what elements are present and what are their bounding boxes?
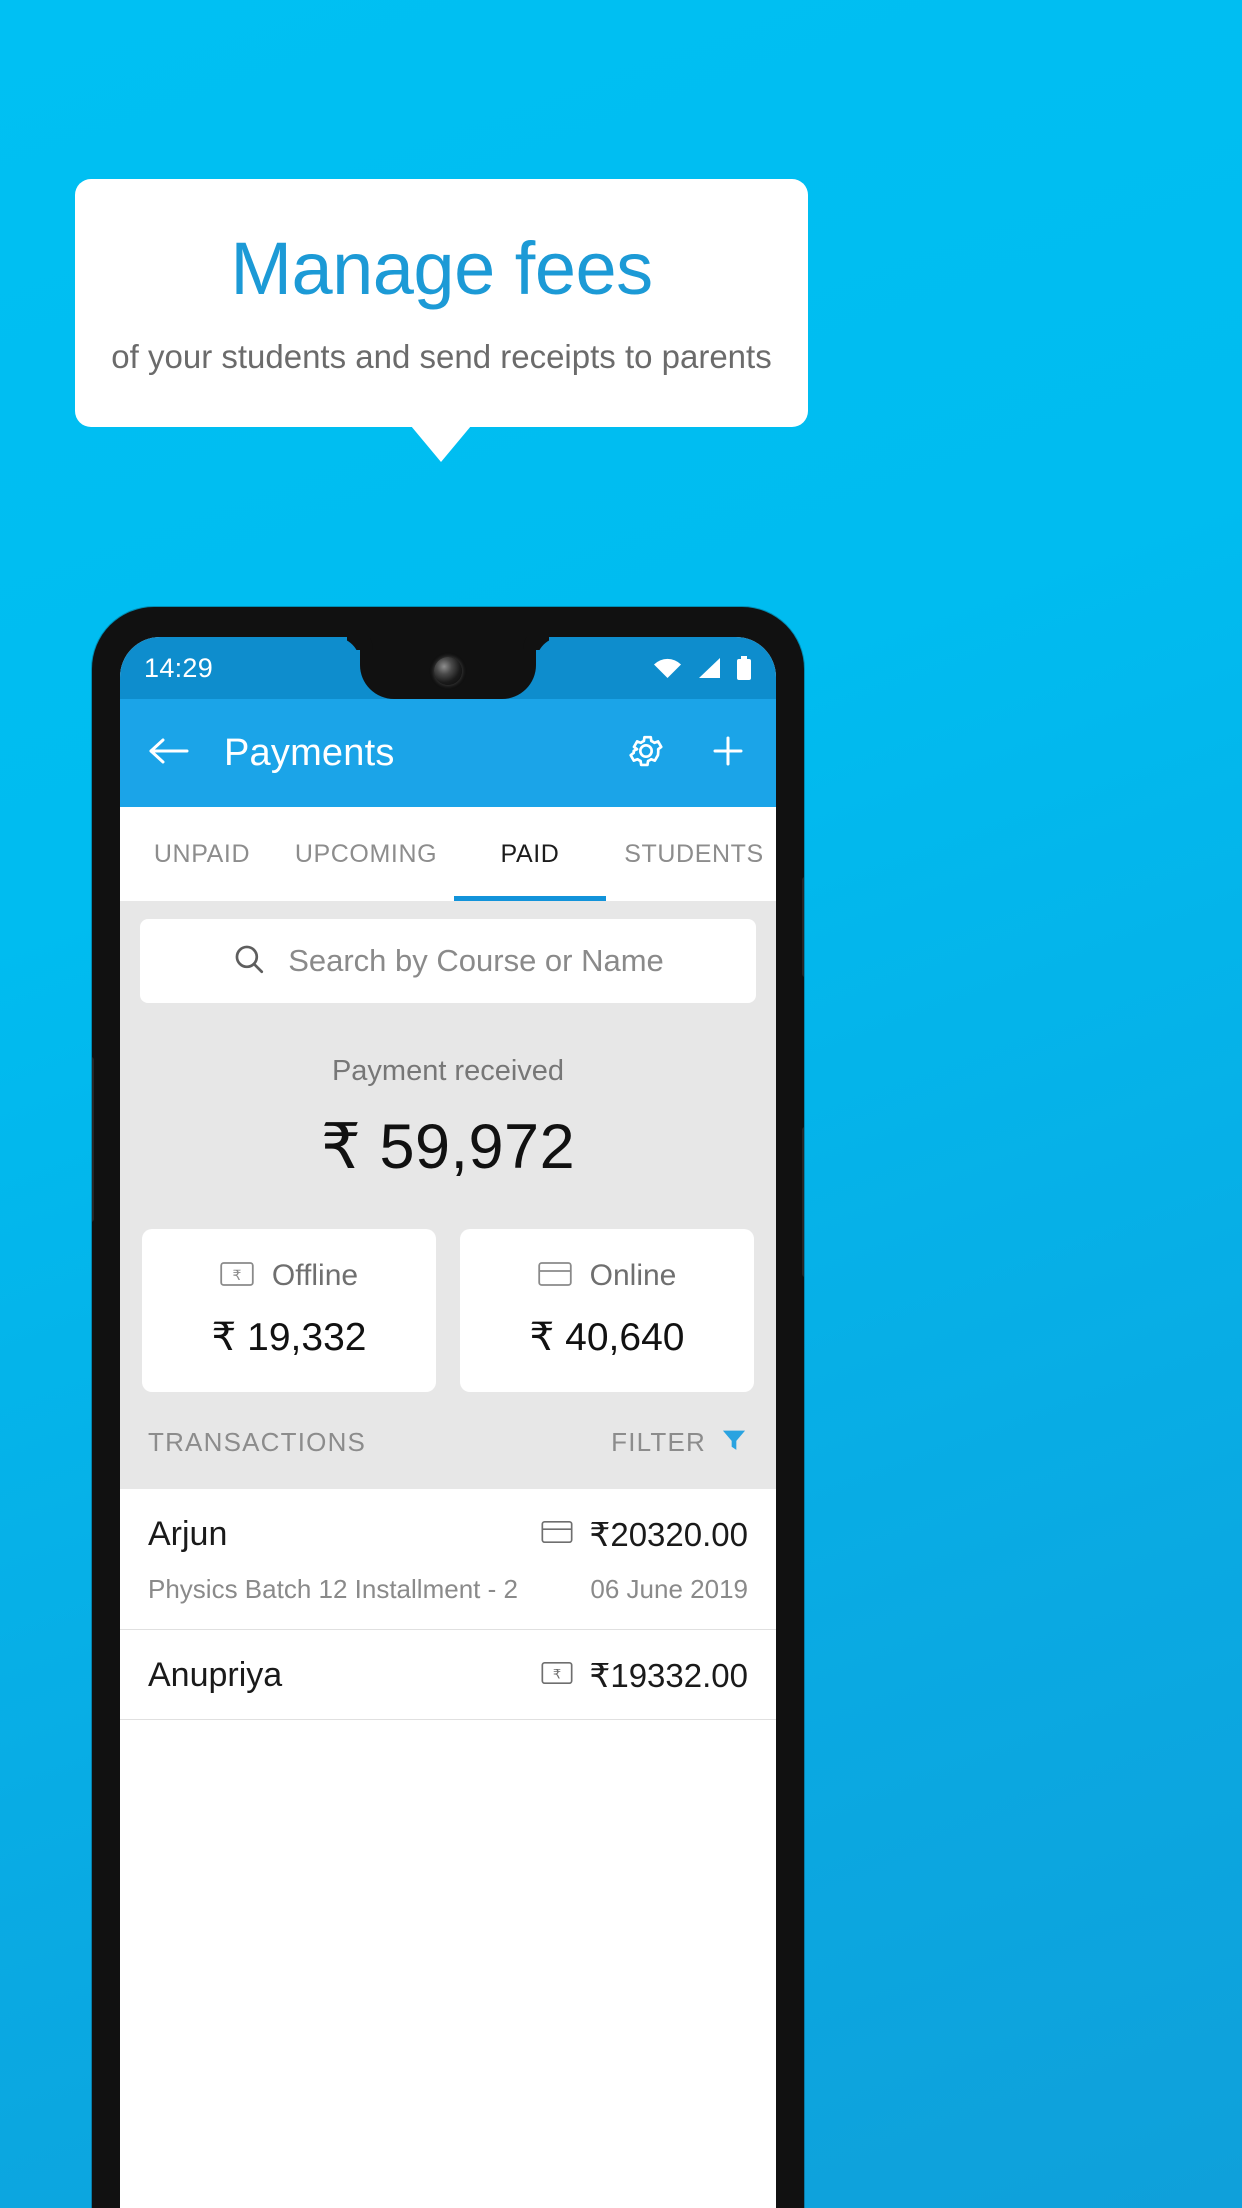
offline-card-label: Offline <box>271 1259 359 1292</box>
online-card-amount: ₹ 40,640 <box>529 1316 685 1359</box>
gear-icon[interactable] <box>626 731 666 776</box>
transaction-date: 06 June 2019 <box>590 1574 748 1604</box>
transaction-name: Anupriya <box>148 1656 283 1694</box>
transaction-amount: ₹19332.00 <box>589 1657 748 1694</box>
online-card-label: Online <box>589 1259 677 1292</box>
online-card-head: Online <box>460 1259 754 1293</box>
tab-content-paid: Search by Course or Name Payment receive… <box>120 901 776 1720</box>
transaction-amount: ₹20320.00 <box>589 1516 748 1553</box>
battery-icon <box>736 656 752 680</box>
transactions-list: Arjun ₹20320.00 Physics Batch 12 Install… <box>120 1489 776 1720</box>
banknote-rupee-icon: ₹ <box>541 1660 573 1691</box>
tab-unpaid[interactable]: UNPAID <box>120 807 284 901</box>
summary-label: Payment received <box>331 1055 565 1087</box>
phone-mockup: 14:29 Payments UNPAID UPCOMING PAID STUD… <box>92 607 804 2208</box>
transaction-row-top: Arjun ₹20320.00 <box>148 1515 748 1554</box>
status-icons <box>653 656 752 680</box>
table-row[interactable]: Anupriya ₹ ₹19332.00 <box>120 1630 776 1720</box>
tab-paid[interactable]: PAID <box>448 807 612 901</box>
tab-upcoming-label: UPCOMING <box>294 839 438 868</box>
summary-amount: ₹ 59,972 <box>320 1112 576 1182</box>
promo-bubble-tail <box>411 426 471 462</box>
phone-notch <box>360 637 536 699</box>
offline-card-amount: ₹ 19,332 <box>211 1316 367 1359</box>
transaction-row-bottom: Physics Batch 12 Installment - 2 06 June… <box>148 1574 748 1605</box>
transactions-header: TRANSACTIONS FILTER <box>120 1392 776 1489</box>
svg-text:₹: ₹ <box>553 1668 561 1683</box>
back-button[interactable] <box>148 735 190 772</box>
transaction-amount-wrap: ₹20320.00 <box>541 1515 748 1554</box>
page-title: Payments <box>224 731 395 774</box>
table-row[interactable]: Arjun ₹20320.00 Physics Batch 12 Install… <box>120 1489 776 1630</box>
svg-text:₹: ₹ <box>232 1268 241 1284</box>
online-card[interactable]: Online ₹ 40,640 <box>460 1229 754 1392</box>
app-bar: Payments <box>120 699 776 807</box>
transaction-row-top: Anupriya ₹ ₹19332.00 <box>148 1656 748 1695</box>
transaction-amount-wrap: ₹ ₹19332.00 <box>541 1656 748 1695</box>
transaction-name: Arjun <box>148 1515 228 1553</box>
search-placeholder: Search by Course or Name <box>288 943 664 978</box>
signal-icon <box>696 657 722 679</box>
search-icon <box>232 942 266 981</box>
tab-unpaid-label: UNPAID <box>153 839 251 868</box>
method-cards: ₹ Offline ₹ 19,332 Online ₹ 40,640 <box>120 1183 776 1392</box>
credit-card-icon <box>541 1519 573 1550</box>
promo-subtitle: of your students and send receipts to pa… <box>111 337 772 375</box>
app-bar-actions <box>626 731 748 776</box>
credit-card-icon <box>537 1260 572 1293</box>
tab-paid-label: PAID <box>500 839 560 868</box>
transaction-description: Physics Batch 12 Installment - 2 <box>148 1574 518 1604</box>
filter-label: FILTER <box>611 1427 706 1457</box>
funnel-icon <box>720 1426 748 1459</box>
wifi-icon <box>653 657 682 679</box>
front-camera-icon <box>434 657 462 685</box>
phone-screen: 14:29 Payments UNPAID UPCOMING PAID STUD… <box>120 637 776 2208</box>
banknote-rupee-icon: ₹ <box>220 1260 254 1293</box>
phone-power-button <box>802 877 804 977</box>
phone-volume-button <box>802 1127 804 1277</box>
phone-side-button <box>92 1057 94 1222</box>
search-input[interactable]: Search by Course or Name <box>140 919 756 1003</box>
payment-summary: Payment received ₹ 59,972 <box>120 1003 776 1183</box>
transactions-title: TRANSACTIONS <box>148 1427 367 1457</box>
promo-title: Manage fees <box>230 227 653 311</box>
tab-students[interactable]: STUDENTS <box>612 807 776 901</box>
tab-bar: UNPAID UPCOMING PAID STUDENTS <box>120 807 776 901</box>
search-container: Search by Course or Name <box>120 901 776 1003</box>
filter-button[interactable]: FILTER <box>611 1426 748 1459</box>
offline-card[interactable]: ₹ Offline ₹ 19,332 <box>142 1229 436 1392</box>
status-time: 14:29 <box>144 652 214 683</box>
plus-icon[interactable] <box>708 731 748 776</box>
offline-card-head: ₹ Offline <box>142 1259 436 1293</box>
tab-students-label: STUDENTS <box>624 839 764 868</box>
promo-bubble: Manage fees of your students and send re… <box>75 179 808 427</box>
tab-upcoming[interactable]: UPCOMING <box>284 807 448 901</box>
